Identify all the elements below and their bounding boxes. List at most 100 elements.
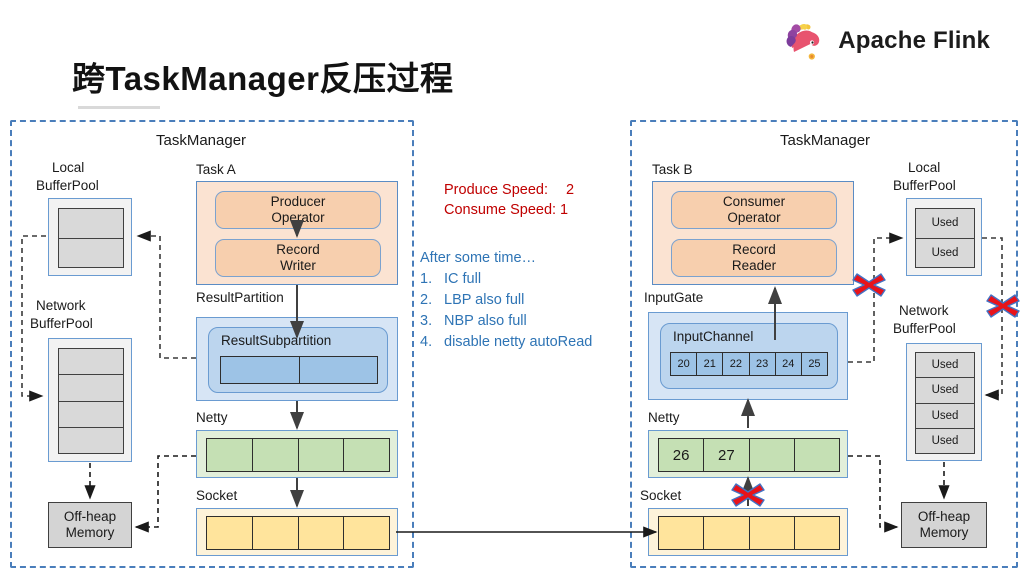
buffer-cell: Used (916, 209, 974, 239)
buffer-cell (207, 439, 253, 471)
buffer-cell: 20 (671, 353, 698, 375)
right-netty-cells: 26 27 (658, 438, 840, 472)
step-text-ic-full: IC full (444, 271, 482, 287)
buffer-cell (344, 439, 389, 471)
result-partition-caption: ResultPartition (196, 290, 284, 305)
step-number: 1. (420, 271, 433, 287)
left-netty-caption: Netty (196, 410, 228, 425)
input-channel-box: InputChannel 20 21 22 23 24 25 (660, 323, 838, 389)
input-gate-caption: InputGate (644, 290, 704, 305)
buffer-cell (344, 517, 389, 549)
left-socket-panel (196, 508, 398, 556)
result-subpartition-box: ResultSubpartition (208, 327, 388, 393)
buffer-cell (252, 439, 299, 471)
right-network-bufferpool-cells: Used Used Used Used (915, 352, 975, 454)
right-taskmanager-title: TaskManager (780, 132, 871, 149)
right-netty-caption: Netty (648, 410, 680, 425)
buffer-cell (207, 517, 253, 549)
buffer-cell: Used (916, 353, 974, 379)
consume-speed-label: Consume Speed: (444, 202, 557, 218)
buffer-cell: 21 (697, 353, 724, 375)
right-local-bufferpool-label-line1: Local (908, 160, 941, 175)
right-socket-caption: Socket (640, 488, 682, 503)
result-partition-panel: ResultSubpartition (196, 317, 398, 401)
buffer-cell: 22 (723, 353, 750, 375)
left-local-bufferpool-box (48, 198, 132, 276)
buffer-cell (299, 357, 377, 383)
left-offheap-line2: Memory (65, 525, 115, 540)
consumer-operator-line2: Operator (727, 210, 781, 225)
buffer-cell (59, 375, 123, 402)
right-local-bufferpool-box: Used Used (906, 198, 982, 276)
buffer-cell (59, 427, 123, 453)
page-title: 跨TaskManager反压过程 (72, 60, 454, 97)
blocked-x-icon-netty-autoread (731, 481, 765, 509)
flink-squirrel-logo-icon (782, 18, 828, 64)
right-network-bufferpool-label-line2: BufferPool (893, 321, 956, 336)
left-offheap-line1: Off-heap (63, 509, 117, 525)
step-number: 4. (420, 334, 433, 350)
right-local-bufferpool-cells: Used Used (915, 208, 975, 268)
step-number: 2. (420, 292, 433, 308)
after-some-time-heading: After some time… (420, 250, 537, 266)
buffer-cell: 27 (704, 439, 750, 471)
buffer-cell: Used (916, 428, 974, 453)
brand-logo-group: Apache Flink (782, 18, 990, 64)
input-gate-panel: InputChannel 20 21 22 23 24 25 (648, 312, 848, 400)
right-netty-panel: 26 27 (648, 430, 848, 478)
left-local-bufferpool-cells (58, 208, 124, 268)
left-task-caption: Task A (196, 162, 236, 177)
left-network-bufferpool-cells (58, 348, 124, 454)
left-network-bufferpool-label-line2: BufferPool (30, 316, 93, 331)
consume-speed-value: 1 (560, 202, 569, 218)
consumer-operator-line1: Consumer (722, 193, 786, 209)
buffer-cell: Used (916, 378, 974, 404)
buffer-cell (59, 209, 123, 239)
task-b-panel: Consumer Operator Record Reader (652, 181, 854, 285)
buffer-cell (659, 517, 705, 549)
right-network-bufferpool-box: Used Used Used Used (906, 343, 982, 461)
blocked-x-icon-network-bufferpool (986, 292, 1020, 320)
producer-operator-line2: Operator (271, 210, 325, 225)
produce-speed-value: 2 (566, 182, 575, 198)
left-socket-caption: Socket (196, 488, 238, 503)
brand-name: Apache Flink (838, 27, 990, 54)
buffer-cell (794, 517, 839, 549)
buffer-cell (59, 401, 123, 428)
record-writer-line1: Record (276, 241, 320, 257)
buffer-cell (252, 517, 299, 549)
input-channel-cells: 20 21 22 23 24 25 (670, 352, 828, 376)
step-number: 3. (420, 313, 433, 329)
produce-speed-label: Produce Speed: (444, 182, 548, 198)
input-channel-label: InputChannel (673, 329, 754, 344)
step-text-lbp-full: LBP also full (444, 292, 525, 308)
left-offheap-memory-box: Off-heap Memory (48, 502, 132, 548)
record-writer-box: Record Writer (215, 239, 381, 277)
buffer-cell (59, 349, 123, 376)
step-text-nbp-full: NBP also full (444, 313, 527, 329)
buffer-cell: 25 (801, 353, 828, 375)
producer-operator-line1: Producer (270, 193, 326, 209)
buffer-cell: Used (916, 238, 974, 267)
buffer-cell (704, 517, 750, 549)
right-socket-panel (648, 508, 848, 556)
step-text-disable-autoread: disable netty autoRead (444, 334, 593, 350)
buffer-cell (59, 238, 123, 267)
record-reader-box: Record Reader (671, 239, 837, 277)
buffer-cell (221, 357, 300, 383)
result-subpartition-label: ResultSubpartition (221, 333, 332, 348)
buffer-cell (749, 439, 795, 471)
buffer-cell: 23 (749, 353, 776, 375)
right-socket-cells (658, 516, 840, 550)
buffer-cell (298, 517, 345, 549)
buffer-cell (794, 439, 839, 471)
left-netty-panel (196, 430, 398, 478)
record-reader-line2: Reader (731, 258, 777, 273)
blocked-x-icon-local-bufferpool (852, 271, 886, 299)
result-subpartition-cells (220, 356, 378, 384)
buffer-cell (298, 439, 345, 471)
left-netty-cells (206, 438, 390, 472)
right-offheap-memory-box: Off-heap Memory (901, 502, 987, 548)
right-task-caption: Task B (652, 162, 693, 177)
left-local-bufferpool-label-line1: Local (52, 160, 85, 175)
